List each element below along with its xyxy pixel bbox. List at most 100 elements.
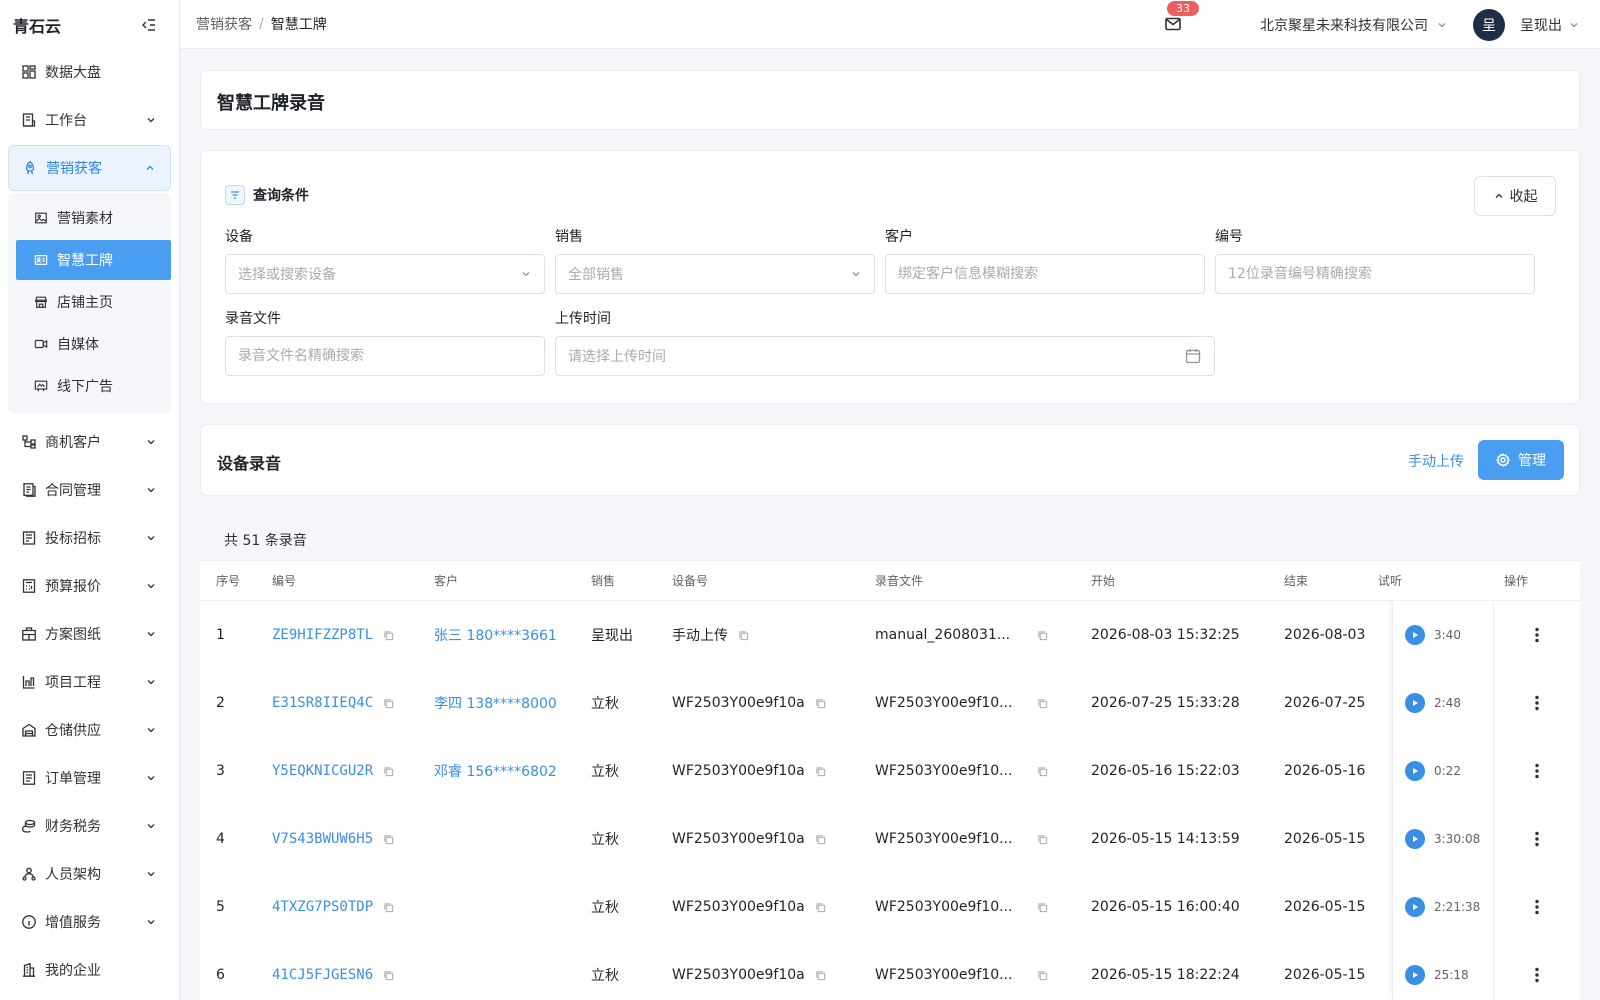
table-row[interactable]: 2 E31SR8IIEQ4C 李四 138****8000 立秋 WF2503Y00e9… xyxy=(200,669,1580,737)
user-menu[interactable]: 呈现出 xyxy=(1520,0,1580,49)
play-button[interactable] xyxy=(1405,693,1425,713)
play-icon xyxy=(1413,632,1418,638)
table-row[interactable]: 4 V7S43BWUW6H5 立秋 WF2503Y00e9f10a WF2503Y00e… xyxy=(200,805,1580,873)
sidebar-item[interactable]: 增值服务 xyxy=(8,899,171,945)
customer-link[interactable]: 李四 138****8000 xyxy=(434,693,557,713)
sidebar-subitem[interactable]: 自媒体 xyxy=(16,324,171,364)
sidebar-item[interactable]: 合同管理 xyxy=(8,467,171,513)
breadcrumb-parent[interactable]: 营销获客 xyxy=(196,14,252,34)
more-actions-button[interactable] xyxy=(1527,625,1547,645)
table-row[interactable]: 6 41CJ5FJGESN6 立秋 WF2503Y00e9f10a WF2503Y00e… xyxy=(200,941,1580,1000)
copy-icon[interactable] xyxy=(383,970,394,981)
copy-icon[interactable] xyxy=(815,834,826,845)
play-button[interactable] xyxy=(1405,965,1425,985)
recording-code-link[interactable]: Y5EQKNICGU2R xyxy=(272,763,373,779)
sidebar-item[interactable]: 预算报价 xyxy=(8,563,171,609)
play-button[interactable] xyxy=(1405,897,1425,917)
device-select[interactable]: 选择或搜索设备 xyxy=(225,254,545,294)
more-actions-button[interactable] xyxy=(1527,693,1547,713)
more-actions-button[interactable] xyxy=(1527,829,1547,849)
messages-button[interactable] xyxy=(1163,14,1183,34)
recording-code-link[interactable]: 4TXZG7PS0TDP xyxy=(272,899,373,915)
recording-code-link[interactable]: 41CJ5FJGESN6 xyxy=(272,967,373,983)
copy-icon[interactable] xyxy=(815,902,826,913)
recording-code-link[interactable]: ZE9HIFZZP8TL xyxy=(272,627,373,643)
sidebar-item[interactable]: 数据大盘 xyxy=(8,49,171,95)
cell-device: 手动上传 xyxy=(672,601,749,669)
upload-time-field: 上传时间 请选择上传时间 xyxy=(555,309,1215,376)
customer-search-input[interactable] xyxy=(885,254,1205,294)
sales-select[interactable]: 全部销售 xyxy=(555,254,875,294)
play-button[interactable] xyxy=(1405,761,1425,781)
table-row[interactable]: 5 4TXZG7PS0TDP 立秋 WF2503Y00e9f10a WF2503Y00e… xyxy=(200,873,1580,941)
recording-code-link[interactable]: E31SR8IIEQ4C xyxy=(272,695,373,711)
upload-time-picker[interactable]: 请选择上传时间 xyxy=(555,336,1215,376)
finance-icon xyxy=(22,819,36,833)
manage-button[interactable]: 管理 xyxy=(1478,440,1564,480)
file-search-input[interactable] xyxy=(225,336,545,376)
sidebar-item[interactable]: 仓储供应 xyxy=(8,707,171,753)
sidebar-item[interactable]: 订单管理 xyxy=(8,755,171,801)
code-search-input[interactable] xyxy=(1215,254,1535,294)
sidebar-item[interactable]: 商机客户 xyxy=(8,419,171,465)
cell-index: 5 xyxy=(216,873,225,941)
collapse-filter-button[interactable]: 收起 xyxy=(1474,176,1556,216)
sidebar-subitem[interactable]: 店铺主页 xyxy=(16,282,171,322)
table-row[interactable]: 3 Y5EQKNICGU2R 邓睿 156****6802 立秋 WF2503Y00e9… xyxy=(200,737,1580,805)
sidebar-subitem[interactable]: 线下广告 xyxy=(16,366,171,406)
sales-name: 立秋 xyxy=(591,832,619,848)
copy-icon[interactable] xyxy=(815,970,826,981)
copy-icon[interactable] xyxy=(383,630,394,641)
message-count-badge: 33 xyxy=(1167,1,1199,16)
sidebar-subitem[interactable]: 营销素材 xyxy=(16,198,171,238)
sidebar-item[interactable]: 投标招标 xyxy=(8,515,171,561)
customer-link[interactable]: 邓睿 156****6802 xyxy=(434,761,557,781)
user-avatar[interactable]: 呈 xyxy=(1473,9,1505,41)
copy-icon[interactable] xyxy=(1037,766,1048,777)
sidebar-item[interactable]: 人员架构 xyxy=(8,851,171,897)
store-icon xyxy=(35,296,47,308)
sidebar-item[interactable]: 项目工程 xyxy=(8,659,171,705)
copy-icon[interactable] xyxy=(1037,630,1048,641)
sidebar-subitem[interactable]: 智慧工牌 xyxy=(16,240,171,280)
order-icon xyxy=(22,771,36,785)
copy-icon[interactable] xyxy=(1037,970,1048,981)
end-time: 2026-05-15 xyxy=(1284,899,1366,915)
sidebar-item[interactable]: 财务税务 xyxy=(8,803,171,849)
calendar-icon xyxy=(1185,349,1201,364)
copy-icon[interactable] xyxy=(383,834,394,845)
chevron-down-icon xyxy=(147,584,155,589)
copy-icon[interactable] xyxy=(383,766,394,777)
more-actions-button[interactable] xyxy=(1527,761,1547,781)
bid-icon xyxy=(22,531,36,545)
copy-icon[interactable] xyxy=(1037,834,1048,845)
company-switcher[interactable]: 北京聚星未来科技有限公司 xyxy=(1260,0,1448,49)
play-button[interactable] xyxy=(1405,625,1425,645)
sidebar-item[interactable]: 营销获客 xyxy=(8,145,171,191)
more-actions-button[interactable] xyxy=(1527,965,1547,985)
workbench-icon xyxy=(22,113,36,127)
customer-link[interactable]: 张三 180****3661 xyxy=(434,625,557,645)
recording-code-link[interactable]: V7S43BWUW6H5 xyxy=(272,831,373,847)
more-actions-button[interactable] xyxy=(1527,897,1547,917)
cell-index: 3 xyxy=(216,737,225,805)
sales-field: 销售 全部销售 xyxy=(555,227,875,294)
sidebar-item[interactable]: 我的企业 xyxy=(8,947,171,993)
copy-icon[interactable] xyxy=(738,630,749,641)
customer-label: 客户 xyxy=(885,229,913,245)
sidebar-item[interactable]: 方案图纸 xyxy=(8,611,171,657)
manual-upload-link[interactable]: 手动上传 xyxy=(1408,451,1464,471)
copy-icon[interactable] xyxy=(1037,698,1048,709)
cell-customer: 李四 138****8000 xyxy=(434,669,557,737)
copy-icon[interactable] xyxy=(815,766,826,777)
sidebar-item[interactable]: 工作台 xyxy=(8,97,171,143)
table-row[interactable]: 1 ZE9HIFZZP8TL 张三 180****3661 呈现出 手动上传 manual… xyxy=(200,601,1580,669)
copy-icon[interactable] xyxy=(383,902,394,913)
copy-icon[interactable] xyxy=(383,698,394,709)
cell-listen: 0:22 xyxy=(1392,737,1493,805)
start-time: 2026-08-03 15:32:25 xyxy=(1091,627,1240,643)
play-button[interactable] xyxy=(1405,829,1425,849)
copy-icon[interactable] xyxy=(815,698,826,709)
sidebar-collapse-button[interactable] xyxy=(139,15,159,35)
copy-icon[interactable] xyxy=(1037,902,1048,913)
